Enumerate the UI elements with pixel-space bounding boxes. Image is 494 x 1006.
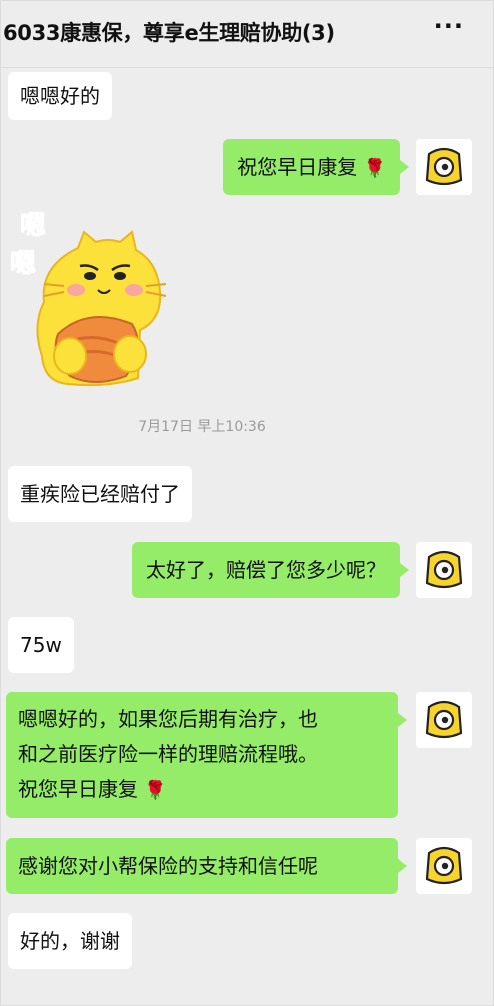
message-text-line: 和之前医疗险一样的理赔流程哦。 xyxy=(18,742,318,766)
avatar[interactable] xyxy=(416,692,472,748)
message-bubble-outgoing[interactable]: 感谢您对小帮保险的支持和信任呢 xyxy=(6,838,407,894)
cyclops-face-icon xyxy=(425,147,463,186)
message-text: 重疾险已经赔付了 xyxy=(20,482,180,506)
message-text: 太好了，赔偿了您多少呢？ xyxy=(146,558,386,582)
avatar[interactable] xyxy=(416,838,472,894)
cat-sticker[interactable]: 嗯 嗯 xyxy=(8,206,178,390)
avatar[interactable] xyxy=(416,542,472,598)
more-options-button[interactable]: ··· xyxy=(434,12,464,40)
chat-title: 6033康惠保，尊享e生理赔协助(3) xyxy=(3,21,335,45)
rose-emoji-icon: 🌹 xyxy=(144,780,167,801)
message-bubble-outgoing[interactable]: 祝您早日康复 🌹 xyxy=(223,139,409,195)
message-text-line: 嗯嗯好的，如果您后期有治疗，也 xyxy=(18,707,318,731)
chat-header: 6033康惠保，尊享e生理赔协助(3) ··· xyxy=(0,0,494,68)
rose-emoji-icon: 🌹 xyxy=(363,158,386,179)
avatar[interactable] xyxy=(416,139,472,195)
message-bubble-outgoing[interactable]: 太好了，赔偿了您多少呢？ xyxy=(132,542,409,598)
message-text: 好的，谢谢 xyxy=(20,929,120,953)
bubble-tail xyxy=(400,563,409,577)
sticker-text-top: 嗯 xyxy=(20,211,46,241)
message-text: 75w xyxy=(20,633,62,657)
message-text-line: 祝您早日康复 🌹 xyxy=(18,777,167,801)
message-bubble-incoming[interactable]: 75w xyxy=(8,617,74,673)
message-timestamp: 7月17日 早上10:36 xyxy=(138,419,266,435)
message-text: 祝您早日康复 xyxy=(237,155,358,179)
bubble-tail xyxy=(398,713,407,727)
cat-hug-sticker-icon: 嗯 嗯 xyxy=(10,211,167,387)
message-text: 嗯嗯好的 xyxy=(20,84,100,108)
cyclops-face-icon xyxy=(425,846,463,885)
message-text: 感谢您对小帮保险的支持和信任呢 xyxy=(18,854,318,878)
message-bubble-incoming[interactable]: 重疾险已经赔付了 xyxy=(8,466,192,522)
message-bubble-outgoing[interactable]: 嗯嗯好的，如果您后期有治疗，也 和之前医疗险一样的理赔流程哦。 祝您早日康复 🌹 xyxy=(6,692,407,818)
sticker-text-bottom: 嗯 xyxy=(10,249,36,279)
message-bubble-incoming[interactable]: 嗯嗯好的 xyxy=(8,72,112,120)
cyclops-face-icon xyxy=(425,550,463,589)
bubble-tail xyxy=(400,160,409,174)
cyclops-face-icon xyxy=(425,700,463,739)
bubble-tail xyxy=(398,859,407,873)
message-bubble-incoming[interactable]: 好的，谢谢 xyxy=(8,913,132,969)
